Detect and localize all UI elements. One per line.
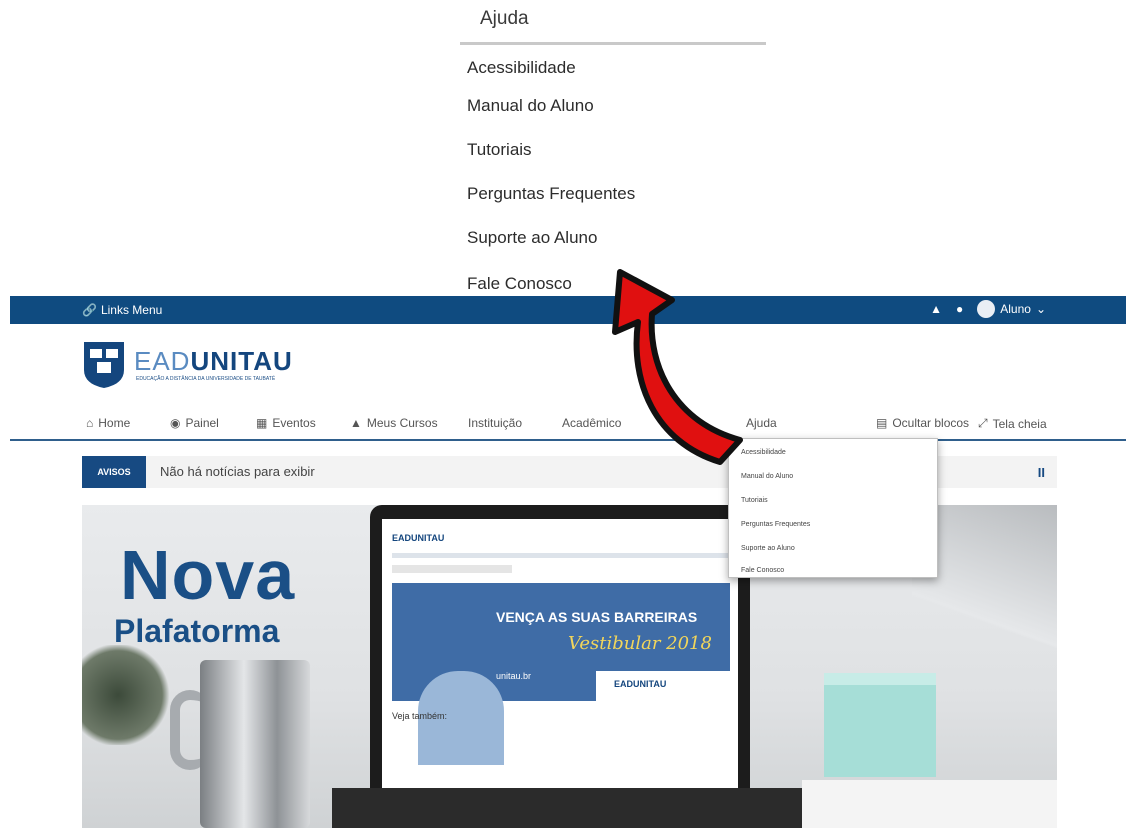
dropdown-item-manual[interactable]: Manual do Aluno bbox=[741, 473, 793, 480]
dropdown-item-fale-conosco[interactable]: Fale Conosco bbox=[741, 567, 784, 574]
zoom-menu-item-acessibilidade[interactable]: Acessibilidade bbox=[467, 58, 576, 78]
plant-image bbox=[82, 645, 172, 745]
screen-see-also: Veja também: bbox=[392, 711, 448, 721]
nav-meus-cursos-label: Meus Cursos bbox=[366, 416, 438, 430]
zoom-menu-item-tutoriais[interactable]: Tutoriais bbox=[467, 140, 532, 160]
calendar-icon: ▦ bbox=[256, 416, 268, 430]
zoom-menu-item-manual[interactable]: Manual do Aluno bbox=[467, 96, 594, 116]
brand-wordmark: EADUNITAU bbox=[134, 346, 293, 377]
hide-blocks-button[interactable]: ▤ Ocultar blocos bbox=[876, 416, 969, 430]
user-menu[interactable]: Aluno ⌄ bbox=[977, 300, 1046, 318]
zoom-menu-item-suporte[interactable]: Suporte ao Aluno bbox=[467, 228, 597, 248]
hero-title: Nova bbox=[120, 536, 296, 614]
caret-down-icon: ⌄ bbox=[1035, 302, 1046, 316]
expand-icon: ⤢ bbox=[978, 416, 988, 430]
laptop-screen: EADUNITAU VENÇA AS SUAS BARREIRAS Vestib… bbox=[382, 519, 738, 790]
nav-meus-cursos[interactable]: ▲ Meus Cursos bbox=[350, 416, 438, 430]
brand-ead: EAD bbox=[134, 346, 191, 376]
nav-painel-label: Painel bbox=[185, 416, 219, 430]
zoom-menu-item-faq[interactable]: Perguntas Frequentes bbox=[467, 184, 635, 204]
shield-icon bbox=[84, 342, 124, 388]
ajuda-menu-zoom: Ajuda Acessibilidade Manual do Aluno Tut… bbox=[455, 0, 775, 300]
chat-icon[interactable]: ● bbox=[956, 302, 963, 316]
screen-notices bbox=[392, 565, 512, 573]
hero-subtitle: Plafatorma bbox=[114, 613, 280, 649]
nav-painel[interactable]: ◉ Painel bbox=[170, 416, 219, 430]
fullscreen-label: Tela cheia bbox=[992, 416, 1047, 431]
links-menu-label: Links Menu bbox=[100, 303, 163, 317]
screen-banner-headline: VENÇA AS SUAS BARREIRAS bbox=[496, 609, 698, 625]
brand-subtitle: EDUCAÇÃO A DISTÂNCIA DA UNIVERSIDADE DE … bbox=[136, 376, 276, 382]
dropdown-item-faq[interactable]: Perguntas Frequentes bbox=[741, 521, 810, 528]
fullscreen-button[interactable]: ⤢ Tela cheia bbox=[978, 416, 1047, 431]
columns-icon: ▤ bbox=[876, 416, 888, 430]
hide-blocks-label: Ocultar blocos bbox=[892, 416, 970, 430]
home-icon: ⌂ bbox=[86, 416, 94, 430]
graduation-cap-icon: ▲ bbox=[350, 416, 362, 430]
dropdown-item-tutoriais[interactable]: Tutoriais bbox=[741, 497, 768, 504]
zoom-menu-divider bbox=[460, 42, 766, 45]
nav-eventos[interactable]: ▦ Eventos bbox=[256, 416, 316, 430]
screen-banner-cta: unitau.br bbox=[496, 671, 532, 681]
screen-banner-vestibular: Vestibular 2018 bbox=[568, 633, 712, 654]
nav-home[interactable]: ⌂ Home bbox=[86, 416, 130, 430]
dropdown-item-suporte[interactable]: Suporte ao Aluno bbox=[741, 545, 795, 552]
screen-nav bbox=[392, 553, 728, 558]
keyboard-image bbox=[332, 788, 802, 828]
screen-logo: EADUNITAU bbox=[392, 533, 445, 543]
zoom-menu-item-fale-conosco[interactable]: Fale Conosco bbox=[467, 274, 572, 294]
dashboard-icon: ◉ bbox=[170, 416, 181, 430]
pause-icon[interactable]: II bbox=[1038, 465, 1045, 480]
zoom-menu-title: Ajuda bbox=[480, 8, 529, 29]
link-icon: 🔗 bbox=[82, 303, 97, 317]
bell-icon[interactable]: ▲ bbox=[930, 302, 942, 316]
notices-text: Não há notícias para exibir bbox=[160, 464, 315, 479]
nav-home-label: Home bbox=[98, 416, 131, 430]
mug-image bbox=[200, 660, 310, 828]
nav-instituicao-label: Instituição bbox=[468, 416, 523, 430]
notices-badge: AVISOS bbox=[82, 456, 146, 488]
links-menu-button[interactable]: 🔗 Links Menu bbox=[82, 303, 162, 317]
nav-eventos-label: Eventos bbox=[272, 416, 316, 430]
nav-instituicao[interactable]: Instituição bbox=[468, 416, 522, 430]
red-arrow-icon bbox=[612, 269, 743, 465]
user-name: Aluno bbox=[1000, 302, 1031, 316]
screen-banner-logo: EADUNITAU bbox=[614, 679, 667, 689]
site-logo[interactable]: EADUNITAU EDUCAÇÃO A DISTÂNCIA DA UNIVER… bbox=[82, 340, 322, 390]
cube-image bbox=[824, 685, 936, 777]
user-avatar-icon bbox=[977, 300, 996, 318]
brand-unitau: UNITAU bbox=[190, 346, 293, 376]
papers-image bbox=[802, 780, 1057, 828]
user-area: ▲ ● Aluno ⌄ bbox=[930, 300, 1046, 318]
